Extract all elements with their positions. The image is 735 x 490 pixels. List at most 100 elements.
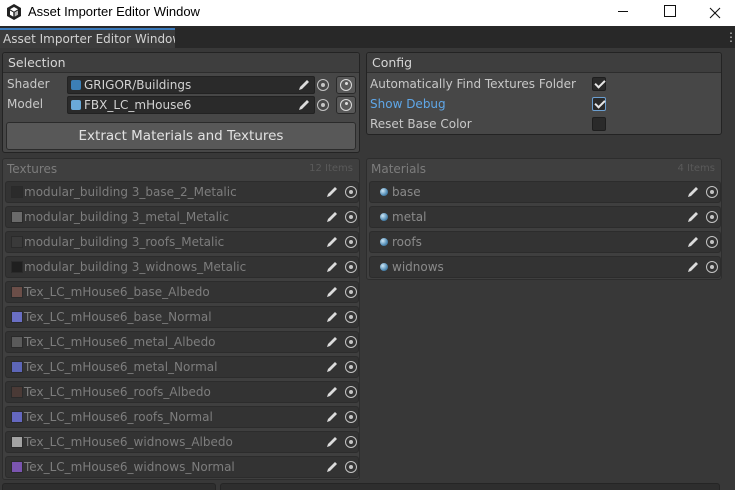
- shader-field[interactable]: GRIGOR/Buildings: [67, 76, 315, 94]
- object-picker-icon[interactable]: [317, 99, 329, 111]
- material-sphere-icon: [380, 238, 388, 246]
- texture-name: modular_building 3_metal_Metalic: [24, 210, 229, 224]
- pencil-icon[interactable]: [297, 98, 311, 112]
- object-picker-icon[interactable]: [345, 186, 357, 198]
- texture-swatch: [11, 461, 23, 473]
- object-picker-icon[interactable]: [706, 236, 718, 248]
- pencil-icon[interactable]: [325, 285, 339, 299]
- object-picker-icon[interactable]: [345, 261, 357, 273]
- texture-swatch: [11, 386, 23, 398]
- texture-swatch: [11, 311, 23, 323]
- textures-title: Textures: [7, 162, 58, 176]
- material-name: metal: [392, 210, 427, 224]
- pencil-icon[interactable]: [297, 78, 311, 92]
- texture-row[interactable]: modular_building 3_base_2_Metalic: [5, 181, 359, 203]
- object-picker-icon[interactable]: [345, 436, 357, 448]
- material-row[interactable]: roofs: [369, 231, 721, 253]
- pencil-icon[interactable]: [686, 260, 700, 274]
- object-picker-icon[interactable]: [345, 236, 357, 248]
- pencil-icon[interactable]: [325, 410, 339, 424]
- bottom-panel-tab: [220, 483, 720, 490]
- texture-row[interactable]: Tex_LC_mHouse6_metal_Normal: [5, 356, 359, 378]
- reset-base-color-checkbox[interactable]: [592, 117, 606, 131]
- selection-header: Selection: [3, 53, 359, 73]
- shader-icon: [71, 80, 81, 90]
- material-row[interactable]: metal: [369, 206, 721, 228]
- pencil-icon[interactable]: [325, 210, 339, 224]
- tab-asset-importer[interactable]: Asset Importer Editor Window: [0, 28, 175, 48]
- object-picker-icon[interactable]: [345, 311, 357, 323]
- texture-swatch: [11, 286, 23, 298]
- model-label: Model: [7, 97, 44, 111]
- minimize-icon[interactable]: [600, 0, 646, 26]
- show-debug-label: Show Debug: [370, 97, 446, 111]
- object-picker-icon[interactable]: [706, 186, 718, 198]
- texture-row[interactable]: modular_building 3_roofs_Metalic: [5, 231, 359, 253]
- close-icon[interactable]: [692, 0, 735, 26]
- texture-name: modular_building 3_base_2_Metalic: [24, 185, 237, 199]
- auto-find-textures-label: Automatically Find Textures Folder: [370, 77, 576, 91]
- material-sphere-icon: [380, 263, 388, 271]
- auto-find-textures-checkbox[interactable]: [592, 77, 606, 91]
- kebab-menu-icon[interactable]: ⋮: [725, 30, 735, 44]
- pencil-icon[interactable]: [325, 435, 339, 449]
- object-picker-icon[interactable]: [345, 461, 357, 473]
- texture-row[interactable]: Tex_LC_mHouse6_roofs_Albedo: [5, 381, 359, 403]
- object-picker-icon[interactable]: [345, 286, 357, 298]
- materials-list: Materials 4 Items base metal roofs widnows: [366, 158, 722, 280]
- pencil-icon[interactable]: [325, 460, 339, 474]
- pencil-icon[interactable]: [325, 385, 339, 399]
- object-picker-icon[interactable]: [317, 79, 329, 91]
- object-picker-icon[interactable]: [345, 411, 357, 423]
- texture-name: Tex_LC_mHouse6_base_Normal: [24, 310, 212, 324]
- config-panel: Config Automatically Find Textures Folde…: [366, 52, 722, 135]
- model-icon: [71, 100, 81, 110]
- pencil-icon[interactable]: [325, 360, 339, 374]
- material-name: widnows: [392, 260, 444, 274]
- texture-row[interactable]: Tex_LC_mHouse6_roofs_Normal: [5, 406, 359, 428]
- texture-row[interactable]: Tex_LC_mHouse6_base_Normal: [5, 306, 359, 328]
- unity-icon: [7, 4, 21, 20]
- object-picker-icon[interactable]: [345, 386, 357, 398]
- pencil-icon[interactable]: [686, 210, 700, 224]
- texture-swatch: [11, 261, 23, 273]
- object-picker-icon[interactable]: [706, 211, 718, 223]
- texture-row[interactable]: Tex_LC_mHouse6_widnows_Albedo: [5, 431, 359, 453]
- object-picker-icon[interactable]: [345, 361, 357, 373]
- textures-count: 12 Items: [309, 163, 353, 174]
- ping-button[interactable]: [336, 76, 356, 94]
- material-row[interactable]: base: [369, 181, 721, 203]
- pencil-icon[interactable]: [686, 235, 700, 249]
- materials-title: Materials: [371, 162, 427, 176]
- texture-row[interactable]: Tex_LC_mHouse6_metal_Albedo: [5, 331, 359, 353]
- materials-count: 4 Items: [677, 163, 715, 174]
- texture-swatch: [11, 411, 23, 423]
- ping-button[interactable]: [336, 96, 356, 114]
- config-header: Config: [367, 53, 721, 73]
- texture-row[interactable]: modular_building 3_metal_Metalic: [5, 206, 359, 228]
- material-row[interactable]: widnows: [369, 256, 721, 278]
- pencil-icon[interactable]: [325, 335, 339, 349]
- show-debug-checkbox[interactable]: [592, 97, 606, 111]
- pencil-icon[interactable]: [325, 260, 339, 274]
- model-field[interactable]: FBX_LC_mHouse6: [67, 96, 315, 114]
- texture-row[interactable]: Tex_LC_mHouse6_widnows_Normal: [5, 456, 359, 478]
- selection-panel: Selection Shader GRIGOR/Buildings Model …: [2, 52, 360, 153]
- pencil-icon[interactable]: [325, 235, 339, 249]
- texture-row[interactable]: modular_building 3_widnows_Metalic: [5, 256, 359, 278]
- texture-row[interactable]: Tex_LC_mHouse6_base_Albedo: [5, 281, 359, 303]
- reset-base-color-label: Reset Base Color: [370, 117, 472, 131]
- pencil-icon[interactable]: [325, 310, 339, 324]
- shader-value: GRIGOR/Buildings: [84, 78, 192, 92]
- maximize-icon[interactable]: [646, 0, 692, 26]
- extract-materials-button[interactable]: Extract Materials and Textures: [6, 122, 356, 150]
- object-picker-icon[interactable]: [706, 261, 718, 273]
- model-value: FBX_LC_mHouse6: [84, 98, 192, 112]
- pencil-icon[interactable]: [686, 185, 700, 199]
- texture-name: Tex_LC_mHouse6_metal_Normal: [24, 360, 218, 374]
- object-picker-icon[interactable]: [345, 211, 357, 223]
- material-name: roofs: [392, 235, 422, 249]
- object-picker-icon[interactable]: [345, 336, 357, 348]
- pencil-icon[interactable]: [325, 185, 339, 199]
- texture-name: modular_building 3_widnows_Metalic: [24, 260, 247, 274]
